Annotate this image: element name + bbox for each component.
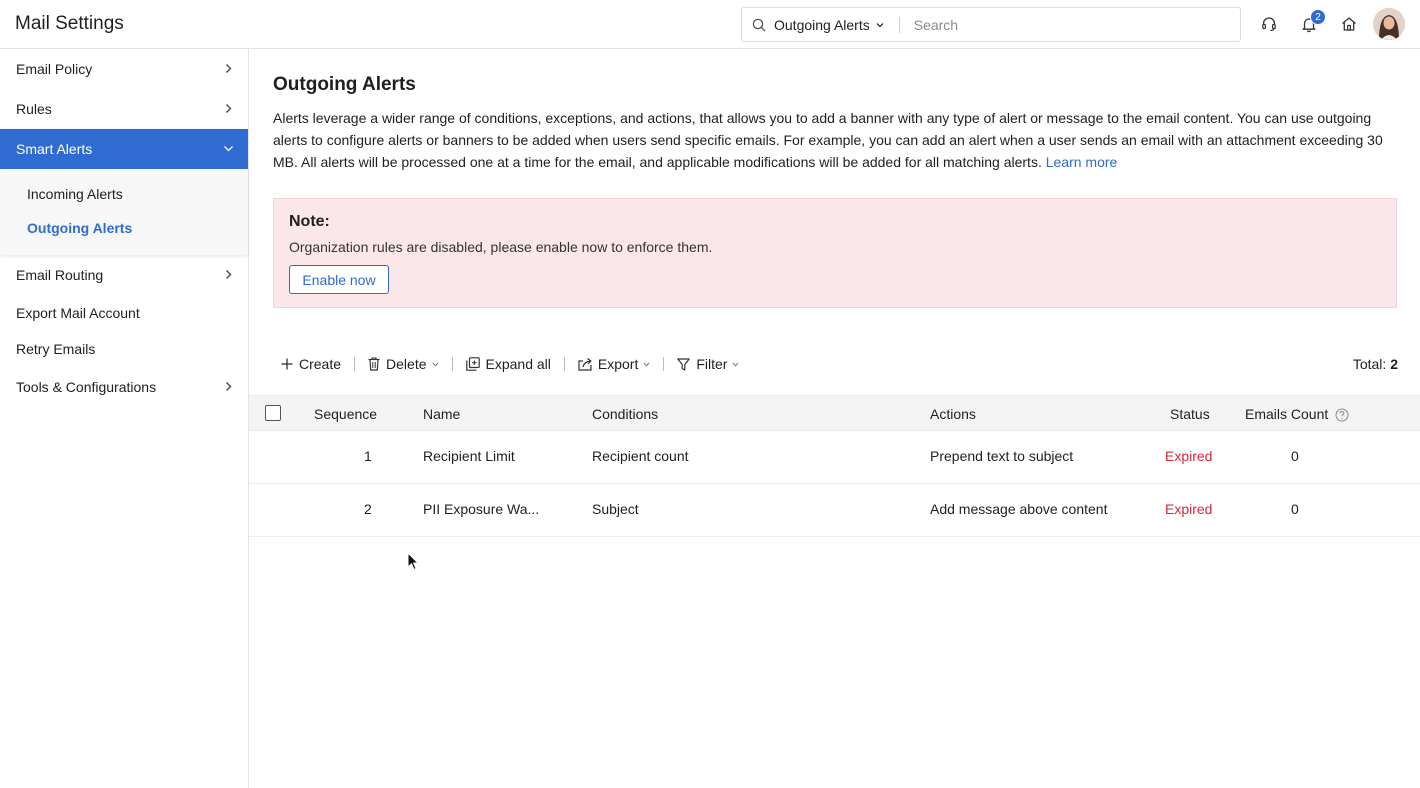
main-content: Outgoing Alerts Alerts leverage a wider … [249, 49, 1420, 788]
page-title: Outgoing Alerts [273, 74, 416, 95]
sidebar-item-retry-emails[interactable]: Retry Emails [0, 329, 248, 369]
column-header-emails-count[interactable]: Emails Count [1245, 406, 1349, 422]
home-icon[interactable] [1340, 15, 1358, 33]
divider [354, 357, 356, 371]
total-value: 2 [1390, 356, 1398, 372]
note-text: Organization rules are disabled, please … [289, 239, 713, 255]
chevron-right-icon [226, 104, 232, 113]
cell-sequence: 1 [364, 448, 372, 464]
sidebar-item-smart-alerts[interactable]: Smart Alerts [0, 129, 248, 169]
sidebar-item-rules[interactable]: Rules [0, 89, 248, 129]
total-label: Total: [1352, 356, 1387, 372]
cell-name[interactable]: PII Exposure Wa... [423, 501, 539, 517]
expand-all-icon [465, 357, 480, 371]
cell-sequence: 2 [364, 501, 372, 517]
cell-emails-count: 0 [1291, 501, 1299, 517]
expand-all-button[interactable]: Expand all [465, 356, 551, 372]
sidebar-item-export-mail-account[interactable]: Export Mail Account [0, 293, 248, 333]
search-input[interactable] [913, 9, 1240, 40]
filter-dropdown[interactable]: Filter [677, 356, 739, 372]
delete-label: Delete [386, 356, 427, 372]
table-row[interactable]: 2 PII Exposure Wa... Subject Add message… [249, 484, 1420, 537]
filter-label: Filter [696, 356, 728, 372]
divider [563, 357, 565, 371]
create-label: Create [299, 356, 342, 372]
sidebar: Email Policy Rules Smart Alerts Incoming… [0, 49, 249, 788]
caret-down-icon [643, 362, 650, 367]
app-title: Mail Settings [15, 13, 124, 34]
column-header-sequence[interactable]: Sequence [314, 406, 377, 422]
sidebar-item-label: Export Mail Account [16, 305, 140, 321]
column-header-actions[interactable]: Actions [930, 406, 976, 422]
sidebar-item-label: Email Routing [16, 267, 104, 283]
chevron-down-icon [224, 146, 233, 152]
create-button[interactable]: Create [281, 356, 341, 372]
cell-name[interactable]: Recipient Limit [423, 448, 515, 464]
chevron-down-icon [876, 22, 884, 27]
sidebar-item-label: Smart Alerts [16, 141, 93, 157]
export-icon [578, 358, 592, 371]
divider [898, 16, 900, 33]
sidebar-subitem-incoming-alerts[interactable]: Incoming Alerts [27, 186, 123, 202]
page-description: Alerts leverage a wider range of conditi… [273, 107, 1401, 173]
search-scope-dropdown[interactable]: Outgoing Alerts [774, 17, 885, 33]
status-badge: Expired [1165, 501, 1213, 517]
sidebar-item-email-policy[interactable]: Email Policy [0, 49, 248, 89]
toolbar: Create Delete Expand all Export Filter [281, 354, 739, 374]
note-title: Note: [289, 213, 330, 230]
column-header-conditions[interactable]: Conditions [592, 406, 658, 422]
help-icon[interactable] [1335, 408, 1349, 422]
sidebar-item-email-routing[interactable]: Email Routing [0, 255, 248, 295]
sidebar-subitem-outgoing-alerts[interactable]: Outgoing Alerts [27, 220, 132, 236]
export-dropdown[interactable]: Export [578, 356, 650, 372]
cell-conditions: Subject [592, 501, 639, 517]
sidebar-item-label: Rules [16, 101, 52, 117]
headset-icon[interactable] [1260, 15, 1278, 33]
sidebar-item-label: Retry Emails [16, 341, 96, 357]
divider [451, 357, 453, 371]
column-header-status[interactable]: Status [1170, 406, 1210, 422]
avatar-image [1373, 8, 1405, 40]
trash-icon [368, 357, 380, 371]
total-count: Total: 2 [1353, 356, 1398, 372]
cell-conditions: Recipient count [592, 448, 689, 464]
smart-alerts-submenu: Incoming Alerts Outgoing Alerts [0, 169, 248, 255]
select-all-checkbox[interactable] [265, 405, 281, 421]
chevron-right-icon [226, 270, 232, 279]
mouse-cursor-icon [407, 552, 419, 571]
caret-down-icon [733, 362, 739, 367]
sidebar-item-label: Email Policy [16, 61, 93, 77]
search-icon [752, 18, 766, 31]
cell-actions: Add message above content [930, 501, 1108, 517]
notification-badge: 2 [1310, 9, 1326, 25]
caret-down-icon [432, 362, 438, 367]
plus-icon [281, 358, 293, 370]
filter-icon [677, 357, 691, 371]
export-label: Export [597, 356, 639, 372]
sidebar-item-tools-configurations[interactable]: Tools & Configurations [0, 367, 248, 407]
table-row[interactable]: 1 Recipient Limit Recipient count Prepen… [249, 431, 1420, 484]
search-bar: Outgoing Alerts [741, 7, 1241, 42]
expand-all-label: Expand all [485, 356, 551, 372]
user-avatar[interactable] [1373, 8, 1405, 40]
top-header: Mail Settings Outgoing Alerts 2 [0, 0, 1420, 49]
column-header-label: Emails Count [1245, 406, 1329, 422]
divider [663, 357, 665, 371]
chevron-right-icon [226, 64, 232, 73]
search-scope-label: Outgoing Alerts [774, 16, 870, 33]
table-header: Sequence Name Conditions Actions Status … [249, 395, 1420, 431]
sidebar-item-label: Tools & Configurations [16, 379, 157, 395]
chevron-right-icon [226, 382, 232, 391]
note-banner: Note: Organization rules are disabled, p… [273, 198, 1397, 308]
cell-actions: Prepend text to subject [930, 448, 1074, 464]
enable-now-button[interactable]: Enable now [289, 265, 389, 294]
status-badge: Expired [1165, 448, 1213, 464]
column-header-name[interactable]: Name [423, 406, 460, 422]
learn-more-link[interactable]: Learn more [1046, 154, 1118, 170]
delete-dropdown[interactable]: Delete [368, 356, 438, 372]
cell-emails-count: 0 [1291, 448, 1299, 464]
description-text: Alerts leverage a wider range of conditi… [273, 110, 1383, 170]
